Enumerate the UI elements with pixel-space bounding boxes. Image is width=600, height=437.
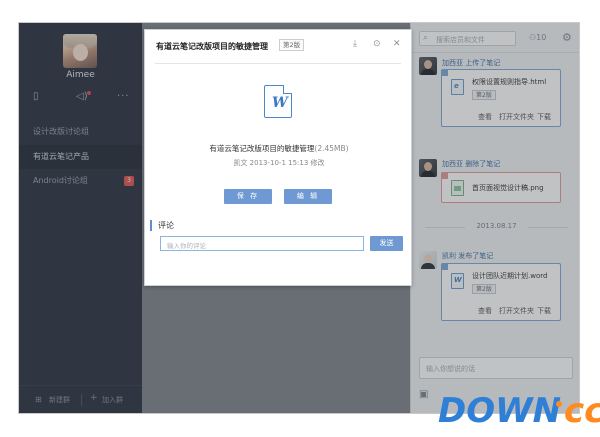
file-info: 有道云笔记改版项目的敏捷管理(2.45MB)	[145, 143, 413, 154]
watermark-suffix: cc	[564, 391, 600, 431]
word-document-icon: W	[264, 85, 292, 118]
comment-placeholder: 输入你的评论	[167, 242, 206, 250]
comment-heading: 评论	[150, 220, 174, 231]
divider	[155, 63, 401, 64]
edit-button[interactable]: 编 辑	[284, 189, 332, 204]
version-tag: 第2版	[279, 39, 305, 51]
close-icon[interactable]: ✕	[393, 39, 401, 49]
dialog-title: 有道云笔记改版项目的敏捷管理	[156, 42, 268, 51]
save-button[interactable]: 保 存	[224, 189, 272, 204]
file-name: 有道云笔记改版项目的敏捷管理	[209, 144, 315, 153]
send-button[interactable]: 发送	[370, 236, 403, 251]
watermark-main: DOWN	[438, 391, 562, 431]
file-meta: 凯文 2013-10-1 15:13 修改	[233, 159, 325, 167]
watermark-dot	[556, 401, 562, 407]
comment-input[interactable]: 输入你的评论	[160, 236, 364, 251]
file-size: (2.45MB)	[314, 144, 349, 153]
history-icon[interactable]: ⊙	[373, 39, 381, 49]
file-detail-dialog: 有道云笔记改版项目的敏捷管理 第2版 ⤓ ⊙ ✕ W 有道云笔记改版项目的敏捷管…	[144, 29, 412, 286]
download-icon[interactable]: ⤓	[353, 39, 357, 49]
